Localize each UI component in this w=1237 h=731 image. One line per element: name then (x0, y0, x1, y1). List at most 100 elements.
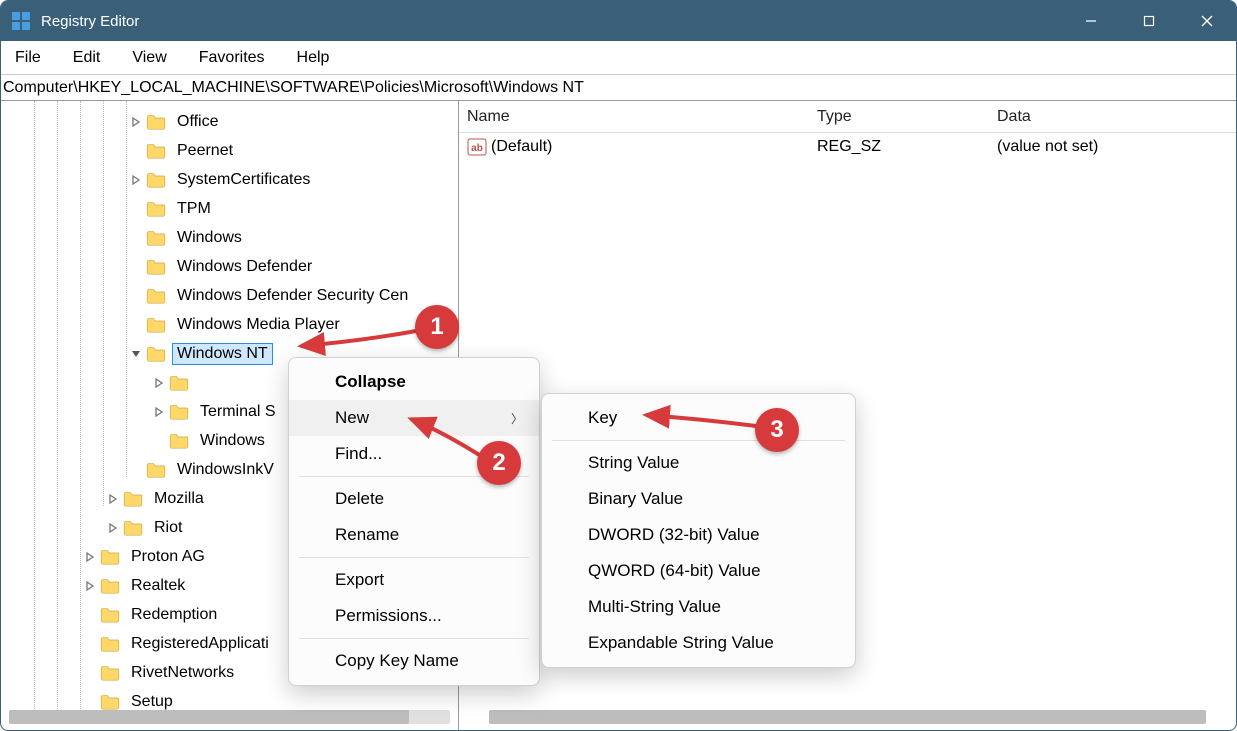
menubar: File Edit View Favorites Help (1, 41, 1236, 75)
ctx-new-key[interactable]: Key (542, 400, 855, 436)
chevron-right-icon[interactable] (128, 114, 144, 130)
ctx-rename[interactable]: Rename (289, 517, 539, 553)
chevron-right-icon (82, 636, 98, 652)
tree-item-label: WindowsInkV (172, 459, 279, 481)
col-header-name[interactable]: Name (467, 108, 817, 126)
ctx-separator (299, 638, 529, 639)
tree-item-label: Proton AG (126, 546, 210, 568)
window-controls (1062, 1, 1236, 41)
tree-item-label: Terminal S (195, 401, 281, 423)
value-hscrollbar[interactable] (489, 710, 1206, 724)
chevron-right-icon[interactable] (82, 578, 98, 594)
tree-item[interactable]: SystemCertificates (1, 165, 458, 194)
tree-item-label: SystemCertificates (172, 169, 315, 191)
ctx-separator (299, 557, 529, 558)
chevron-right-icon (128, 462, 144, 478)
tree-item-label: Windows (195, 430, 270, 452)
folder-icon (146, 346, 166, 362)
tree-item-label: Peernet (172, 140, 238, 162)
chevron-right-icon (82, 607, 98, 623)
tree-item[interactable]: Windows Defender (1, 252, 458, 281)
col-header-data[interactable]: Data (997, 108, 1236, 126)
app-icon (11, 11, 31, 31)
value-row[interactable]: (Default) REG_SZ (value not set) (459, 133, 1236, 161)
folder-icon (123, 491, 143, 507)
menu-favorites[interactable]: Favorites (193, 47, 271, 69)
ctx-delete[interactable]: Delete (289, 481, 539, 517)
col-header-type[interactable]: Type (817, 108, 997, 126)
tree-item-label: Office (172, 111, 224, 133)
value-hscroll-thumb[interactable] (489, 710, 1206, 724)
value-data: (value not set) (997, 138, 1236, 156)
tree-item-label: Windows Media Player (172, 314, 345, 336)
ctx-new-binary[interactable]: Binary Value (542, 481, 855, 517)
folder-icon (123, 520, 143, 536)
ctx-permissions[interactable]: Permissions... (289, 598, 539, 634)
tree-item-label: Redemption (126, 604, 222, 626)
tree-item[interactable]: Office (1, 107, 458, 136)
annotation-1: 1 (415, 305, 459, 349)
chevron-right-icon (128, 230, 144, 246)
chevron-right-icon[interactable] (105, 520, 121, 536)
tree-item-label: Windows NT (172, 343, 273, 365)
chevron-right-icon[interactable] (105, 491, 121, 507)
chevron-right-icon[interactable] (128, 172, 144, 188)
maximize-button[interactable] (1120, 1, 1178, 41)
value-type: REG_SZ (817, 138, 997, 156)
folder-icon (146, 317, 166, 333)
ctx-copy-key-name[interactable]: Copy Key Name (289, 643, 539, 679)
folder-icon (169, 375, 189, 391)
tree-item[interactable]: Peernet (1, 136, 458, 165)
folder-icon (100, 607, 120, 623)
menu-file[interactable]: File (9, 47, 47, 69)
chevron-right-icon[interactable] (151, 404, 167, 420)
ctx-new[interactable]: New 〉 (289, 400, 539, 436)
folder-icon (100, 578, 120, 594)
menu-help[interactable]: Help (291, 47, 336, 69)
annotation-3: 3 (755, 408, 799, 452)
chevron-right-icon[interactable] (82, 549, 98, 565)
folder-icon (169, 404, 189, 420)
chevron-right-icon[interactable] (151, 375, 167, 391)
tree-item[interactable]: Windows (1, 223, 458, 252)
chevron-right-icon (82, 665, 98, 681)
ctx-new-multi[interactable]: Multi-String Value (542, 589, 855, 625)
tree-item[interactable]: Windows Defender Security Cen (1, 281, 458, 310)
chevron-right-icon (151, 433, 167, 449)
minimize-button[interactable] (1062, 1, 1120, 41)
folder-icon (146, 259, 166, 275)
chevron-down-icon[interactable] (128, 346, 144, 362)
tree-item-label: RegisteredApplicati (126, 633, 274, 655)
ctx-new-expand[interactable]: Expandable String Value (542, 625, 855, 661)
ctx-separator (552, 440, 845, 441)
ctx-new-qword[interactable]: QWORD (64-bit) Value (542, 553, 855, 589)
folder-icon (100, 636, 120, 652)
menu-view[interactable]: View (126, 47, 172, 69)
folder-icon (100, 549, 120, 565)
ctx-collapse[interactable]: Collapse (289, 364, 539, 400)
ctx-new-string[interactable]: String Value (542, 445, 855, 481)
tree-item-label: Mozilla (149, 488, 209, 510)
chevron-right-icon (128, 317, 144, 333)
ctx-export[interactable]: Export (289, 562, 539, 598)
address-input[interactable] (3, 79, 1230, 97)
string-value-icon (467, 138, 487, 156)
folder-icon (169, 433, 189, 449)
folder-icon (100, 665, 120, 681)
context-menu: Collapse New 〉 Find... Delete Rename Exp… (288, 357, 540, 686)
menu-edit[interactable]: Edit (67, 47, 107, 69)
tree-item[interactable]: Windows Media Player (1, 310, 458, 339)
tree-hscroll-thumb[interactable] (9, 710, 409, 724)
context-submenu-new: Key String Value Binary Value DWORD (32-… (541, 393, 856, 668)
ctx-new-dword[interactable]: DWORD (32-bit) Value (542, 517, 855, 553)
window-title: Registry Editor (41, 13, 1062, 30)
tree-item[interactable]: TPM (1, 194, 458, 223)
tree-item-label: Windows Defender (172, 256, 317, 278)
folder-icon (146, 288, 166, 304)
folder-icon (100, 694, 120, 710)
close-button[interactable] (1178, 1, 1236, 41)
tree-item-label: Windows (172, 227, 247, 249)
address-bar (1, 75, 1236, 101)
value-header: Name Type Data (459, 101, 1236, 133)
tree-hscrollbar[interactable] (9, 710, 450, 724)
